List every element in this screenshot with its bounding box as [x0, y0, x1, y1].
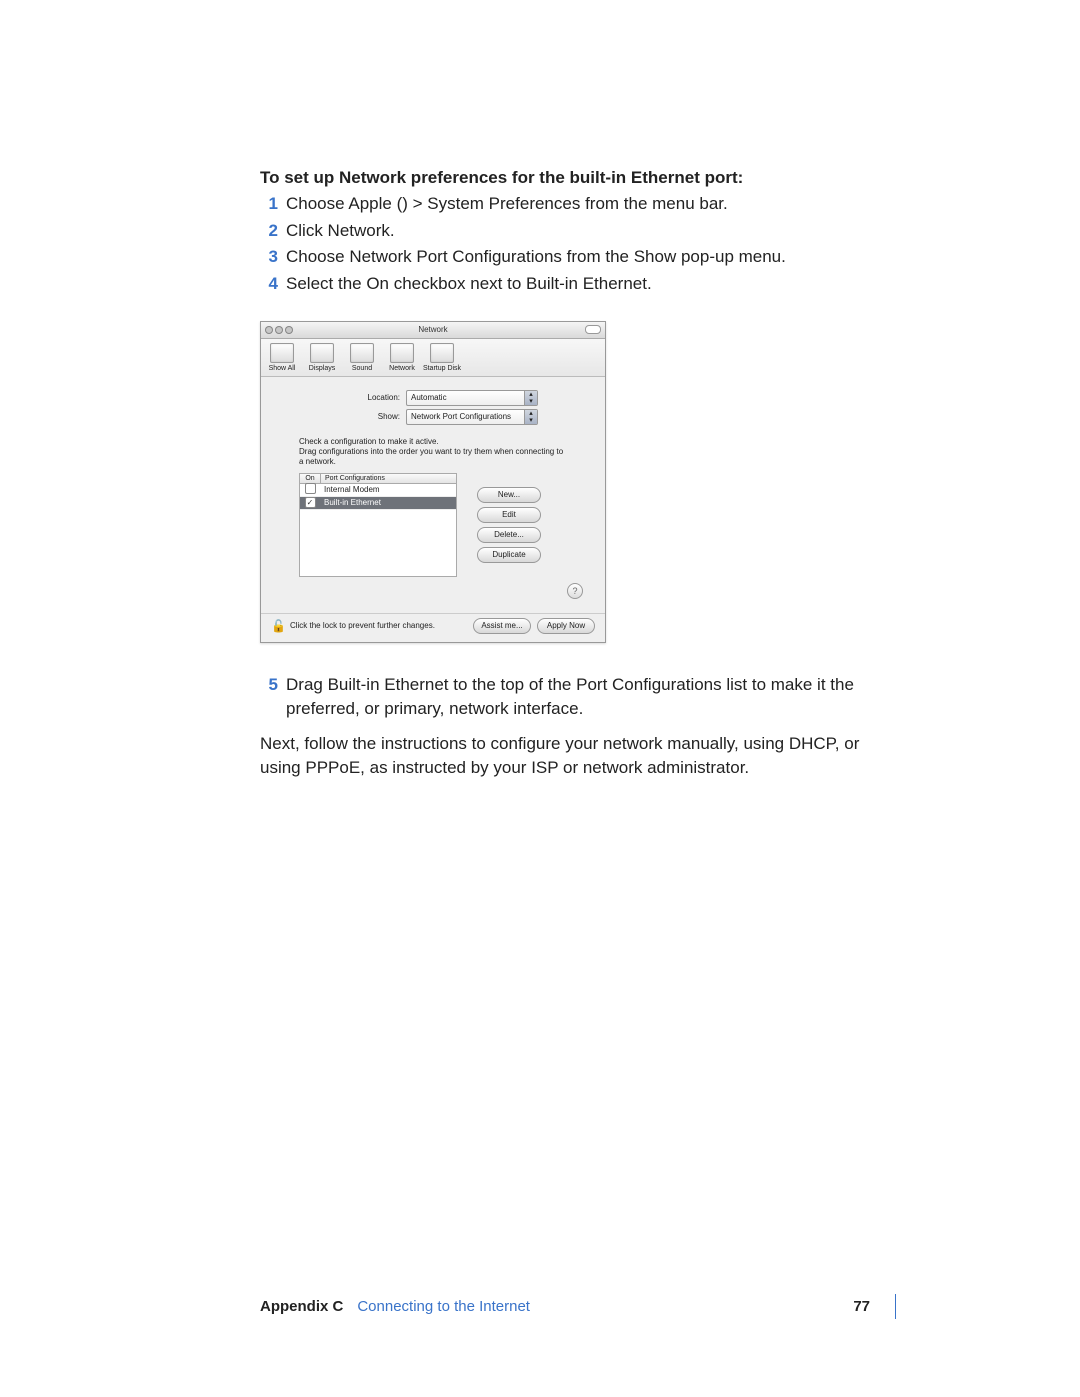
lock-icon[interactable]: 🔓	[271, 619, 286, 633]
location-popup[interactable]: Automatic ▴▾	[406, 390, 538, 406]
followup-paragraph: Next, follow the instructions to configu…	[260, 732, 900, 781]
toolbar-item-displays[interactable]: Displays	[307, 343, 337, 372]
table-row[interactable]: ✓ Built-in Ethernet	[300, 497, 456, 510]
network-prefs-screenshot: Network Show All Displays Sound Network …	[260, 321, 606, 643]
step-number: 2	[260, 219, 278, 244]
step-text: Select the On checkbox next to Built-in …	[286, 272, 652, 297]
table-row[interactable]: Internal Modem	[300, 484, 456, 497]
window-titlebar: Network	[261, 322, 605, 339]
show-value: Network Port Configurations	[407, 412, 524, 421]
duplicate-button[interactable]: Duplicate	[477, 547, 541, 563]
step-2: 2 Click Network.	[260, 219, 900, 244]
assist-button[interactable]: Assist me...	[473, 618, 531, 634]
section-heading: To set up Network preferences for the bu…	[260, 168, 900, 188]
step-number: 3	[260, 245, 278, 270]
chapter-title: Connecting to the Internet	[357, 1298, 530, 1315]
show-label: Show:	[328, 412, 400, 421]
location-value: Automatic	[407, 393, 524, 402]
port-name: Built-in Ethernet	[320, 498, 456, 507]
lock-text: Click the lock to prevent further change…	[290, 621, 435, 630]
col-on: On	[300, 474, 321, 483]
show-popup[interactable]: Network Port Configurations ▴▾	[406, 409, 538, 425]
step-text: Drag Built-in Ethernet to the top of the…	[286, 673, 900, 722]
edit-button[interactable]: Edit	[477, 507, 541, 523]
port-name: Internal Modem	[320, 485, 456, 494]
on-checkbox[interactable]	[305, 483, 316, 494]
footer-rule	[895, 1294, 896, 1319]
step-1: 1 Choose Apple () > System Preferences f…	[260, 192, 900, 217]
step-3: 3 Choose Network Port Configurations fro…	[260, 245, 900, 270]
window-title: Network	[261, 325, 605, 334]
page-number: 77	[853, 1298, 870, 1315]
location-label: Location:	[328, 393, 400, 402]
popup-arrows-icon: ▴▾	[524, 410, 537, 424]
col-port: Port Configurations	[321, 474, 456, 483]
step-text: Choose Network Port Configurations from …	[286, 245, 786, 270]
appendix-label: Appendix C	[260, 1298, 343, 1315]
toolbar-item-startupdisk[interactable]: Startup Disk	[427, 343, 457, 372]
on-checkbox[interactable]: ✓	[305, 497, 316, 508]
prefs-toolbar: Show All Displays Sound Network Startup …	[261, 339, 605, 377]
toolbar-item-sound[interactable]: Sound	[347, 343, 377, 372]
delete-button[interactable]: Delete...	[477, 527, 541, 543]
new-button[interactable]: New...	[477, 487, 541, 503]
step-5: 5 Drag Built-in Ethernet to the top of t…	[260, 673, 900, 722]
port-config-table[interactable]: On Port Configurations Internal Modem ✓ …	[299, 473, 457, 577]
popup-arrows-icon: ▴▾	[524, 391, 537, 405]
toolbar-item-showall[interactable]: Show All	[267, 343, 297, 372]
step-number: 1	[260, 192, 278, 217]
step-number: 5	[260, 673, 278, 698]
toolbar-item-network[interactable]: Network	[387, 343, 417, 372]
step-4: 4 Select the On checkbox next to Built-i…	[260, 272, 900, 297]
help-button[interactable]: ?	[567, 583, 583, 599]
page-footer: Appendix C Connecting to the Internet 77	[260, 1298, 890, 1315]
step-number: 4	[260, 272, 278, 297]
step-text: Click Network.	[286, 219, 395, 244]
hint-text: Check a configuration to make it active.…	[299, 437, 567, 467]
apply-button[interactable]: Apply Now	[537, 618, 595, 634]
